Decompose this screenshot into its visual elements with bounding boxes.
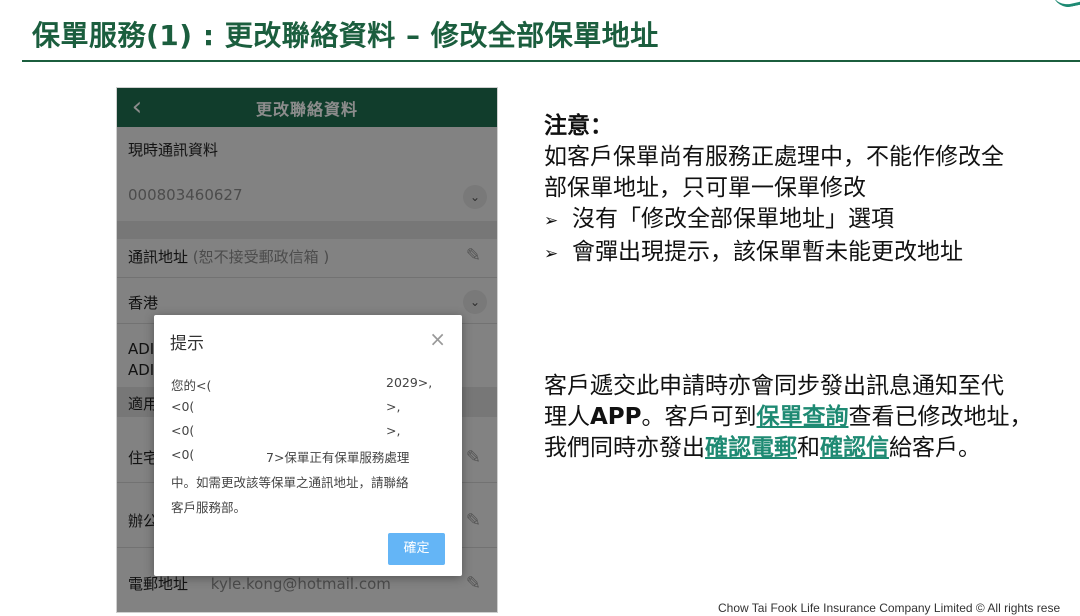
- notes-block-2: 客戶遞交此申請時亦會同步發出訊息通知至代 理人APP。客戶可到保單查詢查看已修改…: [544, 371, 1080, 464]
- dialog-line: 中。如需更改該等保單之通訊地址，請聯絡: [171, 475, 409, 490]
- slide-title: 保單服務(1) : 更改聯絡資料 – 修改全部保單地址: [32, 19, 659, 52]
- notes-line: 如客戶保單尚有服務正處理中，不能作修改全: [544, 144, 1004, 170]
- dialog-line: 您的<(: [171, 378, 212, 393]
- text: 。客戶可到: [641, 404, 757, 430]
- text: 理人: [544, 404, 590, 430]
- dialog-line: >,: [386, 399, 401, 414]
- confirm-button[interactable]: 確定: [388, 533, 445, 565]
- text: 查看已修改地址，: [848, 404, 1033, 430]
- dialog-line: <0(: [171, 447, 195, 462]
- confirmation-email-link[interactable]: 確認電郵: [705, 435, 797, 461]
- confirmation-letter-link[interactable]: 確認信: [820, 435, 889, 461]
- copyright-footer: Chow Tai Fook Life Insurance Company Lim…: [718, 601, 1061, 615]
- bullet-text: 沒有「修改全部保單地址」選項: [572, 206, 894, 232]
- close-icon[interactable]: ×: [429, 327, 446, 351]
- dialog-line: 2029>,: [386, 375, 433, 390]
- dialog-line: 客戶服務部。: [171, 500, 247, 515]
- dialog-line: 7>保單正有保單服務處理: [266, 450, 410, 465]
- corner-accent-decoration: [1052, 0, 1080, 10]
- policy-enquiry-link[interactable]: 保單查詢: [757, 404, 849, 430]
- dialog-line: <0(: [171, 423, 195, 438]
- text: 給客戶。: [889, 435, 981, 461]
- arrow-bullet-icon: ➢: [544, 244, 559, 264]
- text: 和: [797, 435, 820, 461]
- dialog-line: <0(: [171, 399, 195, 414]
- notes-line: 理人APP。客戶可到保單查詢查看已修改地址，: [544, 402, 1080, 433]
- app-text: APP: [590, 404, 642, 430]
- notes-bullet: ➢ 會彈出現提示，該保單暫未能更改地址: [544, 237, 1074, 270]
- arrow-bullet-icon: ➢: [544, 211, 559, 231]
- notes-heading: 注意：: [544, 113, 613, 139]
- notes-block: 注意： 如客戶保單尚有服務正處理中，不能作修改全 部保單地址，只可單一保單修改 …: [544, 111, 1074, 270]
- bullet-text: 會彈出現提示，該保單暫未能更改地址: [572, 239, 963, 265]
- notes-line: 客戶遞交此申請時亦會同步發出訊息通知至代: [544, 373, 1004, 399]
- title-divider: [22, 60, 1080, 62]
- notes-line: 部保單地址，只可單一保單修改: [544, 175, 866, 201]
- notes-line: 我們同時亦發出確認電郵和確認信給客戶。: [544, 433, 1080, 464]
- notes-bullet: ➢ 沒有「修改全部保單地址」選項: [544, 204, 1074, 237]
- text: 我們同時亦發出: [544, 435, 705, 461]
- dialog-title: 提示: [170, 334, 204, 354]
- dialog-line: >,: [386, 423, 401, 438]
- alert-dialog: 提示 × 您的<( 2029>, <0( >, <0( >, <0( 7>保單正…: [154, 315, 462, 576]
